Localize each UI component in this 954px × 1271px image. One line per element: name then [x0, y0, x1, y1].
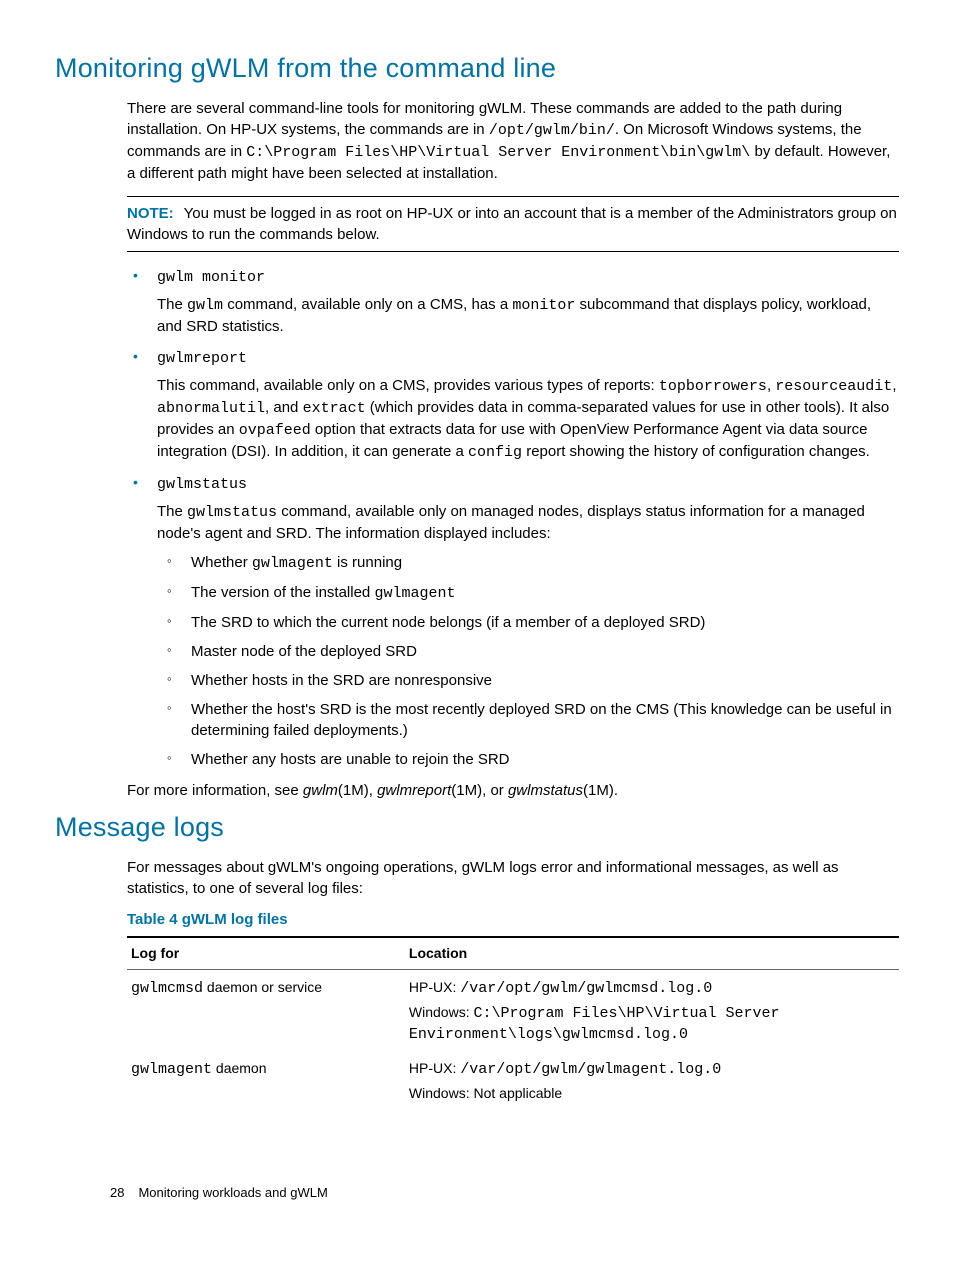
- text: ,: [369, 782, 377, 799]
- text: This command, available only on a CMS, p…: [157, 377, 659, 394]
- manpage-ref: gwlmreport: [377, 782, 451, 799]
- sub-list-item: The SRD to which the current node belong…: [157, 612, 899, 633]
- text: .: [614, 782, 618, 799]
- text: The: [157, 296, 187, 313]
- inline-code: gwlmstatus: [187, 504, 277, 521]
- text: The: [157, 503, 187, 520]
- path: /var/opt/gwlm/gwlmagent.log.0: [460, 1061, 721, 1078]
- text: daemon: [212, 1060, 266, 1076]
- text: Windows:: [409, 1004, 474, 1020]
- more-info: For more information, see gwlm(1M), gwlm…: [127, 780, 899, 801]
- text: For more information, see: [127, 782, 303, 799]
- text: is running: [333, 554, 402, 571]
- log-files-table: Log for Location gwlmcmsd daemon or serv…: [127, 936, 899, 1110]
- item-description: The gwlmstatus command, available only o…: [157, 501, 899, 544]
- text: command, available only on a CMS, has a: [223, 296, 512, 313]
- path: /var/opt/gwlm/gwlmcmsd.log.0: [460, 980, 712, 997]
- note-text: You must be logged in as root on HP-UX o…: [127, 205, 897, 243]
- inline-code: monitor: [512, 297, 575, 314]
- command-name: gwlmreport: [157, 350, 247, 367]
- inline-code: topborrowers: [659, 378, 767, 395]
- text: (1M): [338, 782, 369, 799]
- sub-list-item: Whether hosts in the SRD are nonresponsi…: [157, 670, 899, 691]
- sub-list-item: Master node of the deployed SRD: [157, 641, 899, 662]
- sub-list-item: The version of the installed gwlmagent: [157, 582, 899, 604]
- command-name: gwlm monitor: [157, 269, 265, 286]
- manpage-ref: gwlm: [303, 782, 338, 799]
- text: ,: [892, 377, 896, 394]
- sub-list-item: Whether the host's SRD is the most recen…: [157, 699, 899, 741]
- table-header-location: Location: [405, 937, 899, 970]
- text: (1M): [583, 782, 614, 799]
- page-number: 28: [110, 1185, 124, 1200]
- text: , or: [482, 782, 508, 799]
- text: , and: [265, 399, 303, 416]
- inline-code: resourceaudit: [775, 378, 892, 395]
- inline-code: gwlm: [187, 297, 223, 314]
- list-item: gwlmstatus The gwlmstatus command, avail…: [127, 473, 899, 770]
- path-hpux: /opt/gwlm/bin/: [489, 122, 615, 139]
- inline-code: gwlmagent: [374, 585, 455, 602]
- section-heading-message-logs: Message logs: [55, 809, 899, 847]
- inline-code: gwlmagent: [131, 1061, 212, 1078]
- table-row: gwlmcmsd daemon or service HP-UX: /var/o…: [127, 970, 899, 1052]
- manpage-ref: gwlmstatus: [508, 782, 583, 799]
- list-item: gwlmreport This command, available only …: [127, 347, 899, 463]
- note-block: NOTE:You must be logged in as root on HP…: [127, 196, 899, 252]
- inline-code: config: [468, 444, 522, 461]
- intro-paragraph: There are several command-line tools for…: [127, 98, 899, 184]
- path-windows: C:\Program Files\HP\Virtual Server Envir…: [246, 144, 750, 161]
- text: Whether: [191, 554, 252, 571]
- text: Windows: Not applicable: [409, 1084, 895, 1104]
- item-description: This command, available only on a CMS, p…: [157, 375, 899, 463]
- page-footer: 28 Monitoring workloads and gWLM: [110, 1184, 328, 1202]
- inline-code: ovpafeed: [239, 422, 311, 439]
- text: (1M): [451, 782, 482, 799]
- table-header-logfor: Log for: [127, 937, 405, 970]
- inline-code: gwlmagent: [252, 555, 333, 572]
- table-row: gwlmagent daemon HP-UX: /var/opt/gwlm/gw…: [127, 1051, 899, 1110]
- sub-list-item: Whether gwlmagent is running: [157, 552, 899, 574]
- text: report showing the history of configurat…: [522, 443, 870, 460]
- text: The version of the installed: [191, 584, 374, 601]
- footer-title: Monitoring workloads and gWLM: [138, 1185, 327, 1200]
- table-caption: Table 4 gWLM log files: [127, 909, 899, 930]
- sub-list-item: Whether any hosts are unable to rejoin t…: [157, 749, 899, 770]
- text: HP-UX:: [409, 979, 460, 995]
- text: HP-UX:: [409, 1060, 460, 1076]
- list-item: gwlm monitor The gwlm command, available…: [127, 266, 899, 337]
- command-name: gwlmstatus: [157, 476, 247, 493]
- inline-code: gwlmcmsd: [131, 980, 203, 997]
- item-description: The gwlm command, available only on a CM…: [157, 294, 899, 337]
- note-label: NOTE:: [127, 205, 174, 222]
- inline-code: extract: [303, 400, 366, 417]
- inline-code: abnormalutil: [157, 400, 265, 417]
- section-heading-monitoring: Monitoring gWLM from the command line: [55, 50, 899, 88]
- section2-intro: For messages about gWLM's ongoing operat…: [127, 857, 899, 899]
- text: daemon or service: [203, 979, 322, 995]
